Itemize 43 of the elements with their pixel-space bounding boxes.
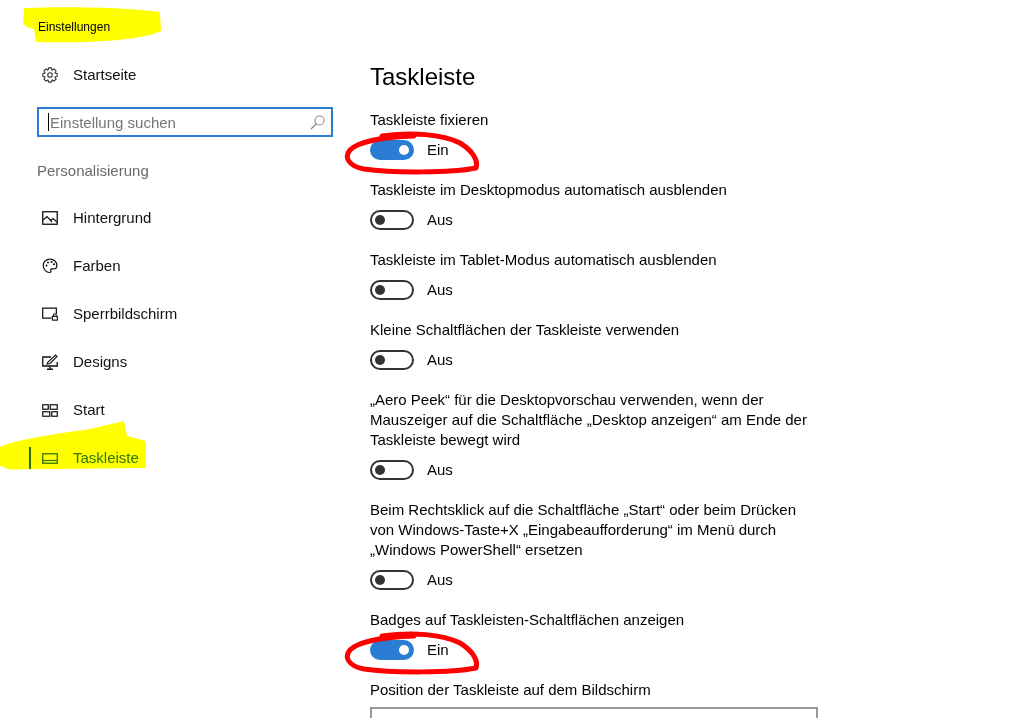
monitor-brush-icon — [42, 354, 58, 370]
nav-item[interactable]: Start — [42, 400, 105, 420]
window-title: Einstellungen — [38, 19, 111, 35]
toggle-state: Aus — [427, 350, 453, 370]
picture-icon — [42, 211, 58, 225]
setting-label: Badges auf Taskleisten-Schaltflächen anzeigen — [370, 610, 685, 630]
setting-label: Taskleiste im Tablet-Modus automatisch ausblenden — [370, 250, 717, 270]
toggle-switch[interactable] — [370, 280, 414, 300]
search-field[interactable]: Einstellung suchen — [37, 107, 333, 137]
setting-label: Kleine Schaltflächen der Taskleiste verwenden — [370, 320, 680, 340]
toggle-switch[interactable] — [370, 460, 414, 480]
toggle-switch[interactable] — [370, 640, 414, 660]
search-icon — [310, 115, 325, 130]
toggle-state: Aus — [427, 460, 453, 480]
nav-item[interactable]: Designs — [42, 352, 128, 372]
setting-label: Position der Taskleiste auf dem Bildschirm — [370, 680, 651, 700]
tiles-icon — [42, 403, 58, 417]
selection-indicator — [29, 447, 31, 469]
monitor-lock-icon — [42, 307, 58, 321]
setting-label: Taskleiste im Desktopmodus automatisch ausblenden — [370, 180, 727, 200]
section-heading: Personalisierung — [37, 161, 149, 181]
home-link[interactable]: Startseite — [42, 65, 137, 85]
toggle-state: Aus — [427, 570, 453, 590]
nav-item[interactable]: Sperrbildschirm — [42, 304, 178, 324]
taskbar-icon — [42, 452, 58, 464]
setting-label: Taskleiste fixieren — [370, 110, 489, 130]
page-title: Taskleiste — [370, 62, 476, 92]
toggle-switch[interactable] — [370, 570, 414, 590]
toggle-switch[interactable] — [370, 140, 414, 160]
palette-icon — [42, 258, 58, 274]
toggle-state: Ein — [427, 140, 449, 160]
toggle-switch[interactable] — [370, 210, 414, 230]
nav-item[interactable]: Farben — [42, 256, 121, 276]
setting-label: „Aero Peek“ für die Desktopvorschau verwenden, wenn der Mauszeiger auf die Schaltfläche „Desktop anzeigen“ am Ende der Taskleiste bewegt wird — [370, 390, 808, 450]
toggle-state: Ein — [427, 640, 449, 660]
text-cursor-icon — [48, 113, 49, 131]
nav-item[interactable]: Hintergrund — [42, 208, 152, 228]
toggle-state: Aus — [427, 280, 453, 300]
toggle-state: Aus — [427, 210, 453, 230]
position-dropdown[interactable] — [370, 707, 818, 718]
toggle-switch[interactable] — [370, 350, 414, 370]
settings-icon — [42, 67, 58, 83]
setting-label: Beim Rechtsklick auf die Schaltfläche „Start“ oder beim Drücken von Windows-Taste+X „Eingabeaufforderung“ im Menü durch „Windows PowerShell“ ersetzen — [370, 500, 797, 560]
